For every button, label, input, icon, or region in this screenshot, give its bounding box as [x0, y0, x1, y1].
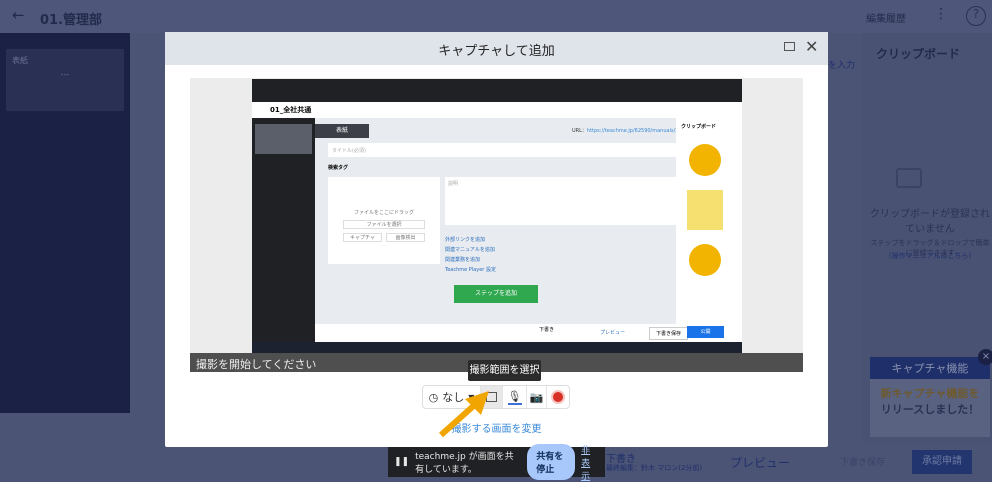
page-title: 01.管理部: [40, 13, 103, 28]
top-bar: ← 01.管理部 編集履歴 ⋮ ?: [0, 0, 992, 33]
shot-drop-area: ファイルをここにドラッグ ファイルを選択 キャプチャ 画像検出: [328, 177, 440, 264]
shot-add-step: ステップを追加: [454, 285, 538, 303]
record-icon[interactable]: [547, 386, 569, 408]
preview-button[interactable]: プレビュー: [730, 454, 790, 471]
camera-icon[interactable]: 📷: [527, 386, 547, 408]
shot-drop-text: ファイルをここにドラッグ: [353, 210, 414, 216]
shot-page-title: 01_全社共通: [252, 102, 742, 118]
shot-link: 関連マニュアルを追加: [445, 247, 495, 253]
shot-desc-input: 説明: [445, 177, 676, 225]
change-screen-link[interactable]: 撮影する画面を変更: [165, 420, 828, 435]
title-hint: を入力: [828, 61, 856, 71]
sidebar-card-cover[interactable]: 表紙 ---: [6, 49, 124, 111]
help-icon[interactable]: ?: [966, 6, 986, 26]
promo-line2: リリースしました！: [880, 403, 980, 416]
shot-save: 下書き保存: [649, 327, 689, 340]
shot-links: 外部リンクを追加 関連マニュアルを追加 関連業務を追加 Teachme Play…: [445, 235, 496, 275]
shot-file-button: ファイルを選択: [343, 220, 425, 229]
last-editor: 最終編集：鈴木 マロン(2分前): [606, 464, 703, 472]
promo-close-icon[interactable]: ×: [978, 349, 992, 365]
browser-chrome: [252, 79, 742, 102]
sidebar-card-label: 表紙: [12, 56, 28, 65]
shot-draft: 下書き: [539, 327, 555, 333]
arrow-left-icon[interactable]: ←: [12, 6, 25, 24]
submit-button[interactable]: 承認申請: [912, 450, 972, 474]
capture-modal: キャプチャして追加 ✕ 01_全社共通 表紙 URL：https://teach…: [165, 32, 828, 447]
shot-tag-label: 検索タグ: [328, 165, 349, 171]
shot-clipboard: クリップボード: [676, 118, 742, 324]
shot-sidebar: [252, 118, 315, 354]
share-message: teachme.jp が画面を共有しています。: [415, 452, 514, 475]
shot-publish: 公開: [687, 326, 724, 338]
screen-share-bar: ❚❚ teachme.jp が画面を共有しています。 共有を停止 非表示: [388, 444, 605, 482]
picture-in-picture-icon[interactable]: [784, 42, 795, 51]
hide-link[interactable]: 非表示: [581, 443, 599, 482]
shot-image-button: 画像検出: [386, 233, 425, 242]
clipboard-empty-title: クリップボードが登録されていません: [870, 209, 990, 235]
clipboard-title: クリップボード: [876, 47, 961, 61]
modal-title: キャプチャして追加: [438, 44, 555, 59]
footer-bar: 下書き 最終編集：鈴木 マロン(2分前) プレビュー 下書き保存 承認申請: [590, 448, 990, 480]
modal-header: キャプチャして追加 ✕: [165, 32, 828, 65]
shot-preview: プレビュー: [600, 330, 626, 336]
microphone-icon[interactable]: 🎙: [503, 386, 527, 408]
shot-link: 外部リンクを追加: [445, 237, 486, 243]
shot-capture-button: キャプチャ: [343, 233, 382, 242]
screen-preview: 01_全社共通 表紙 URL：https://teachme.jp/62590/…: [252, 79, 742, 354]
capture-preview: 01_全社共通 表紙 URL：https://teachme.jp/62590/…: [190, 78, 803, 372]
close-icon[interactable]: ✕: [805, 37, 818, 56]
promo-banner[interactable]: キャプチャ機能 新キャプチャ機能を リリースしました！ ×: [870, 349, 992, 437]
shot-url-label: URL：: [572, 128, 587, 134]
manual-link[interactable]: (操作マニュアルはこちら): [868, 251, 992, 261]
save-draft-button[interactable]: 下書き保存: [840, 455, 885, 468]
history-button[interactable]: 編集履歴: [866, 10, 906, 25]
shot-tab: 表紙: [315, 124, 369, 138]
pause-icon: ❚❚: [394, 457, 410, 467]
kebab-icon[interactable]: ⋮: [934, 6, 948, 22]
image-icon: [896, 168, 922, 188]
sidebar-card-sub: ---: [60, 70, 70, 79]
sidebar: 表紙 ---: [0, 33, 130, 413]
tooltip: 撮影範囲を選択: [468, 360, 541, 381]
shot-link: 関連業務を追加: [445, 257, 481, 263]
shot-footer: 下書き プレビュー 下書き保存 公開: [315, 324, 742, 342]
shot-clipboard-title: クリップボード: [681, 124, 717, 130]
shot-title-input: タイトル(必須): [328, 143, 676, 157]
arrow-annotation-icon: [438, 391, 489, 438]
shot-link: Teachme Player 設定: [445, 267, 496, 273]
promo-line1: 新キャプチャ機能を: [880, 387, 980, 400]
promo-header: キャプチャ機能: [870, 357, 990, 379]
stop-sharing-button[interactable]: 共有を停止: [527, 444, 576, 480]
